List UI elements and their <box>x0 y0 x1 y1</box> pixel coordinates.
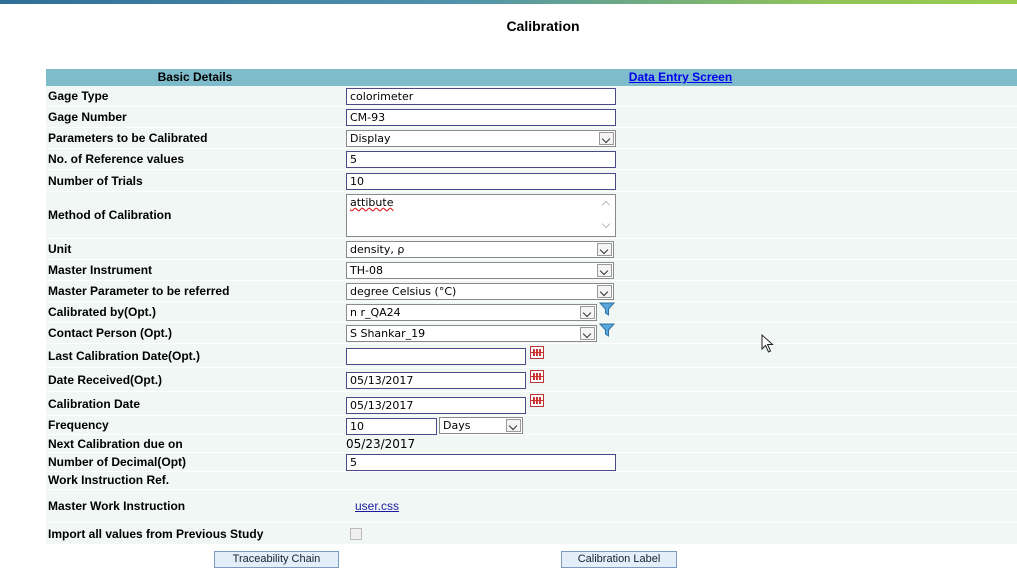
row-date-received: Date Received(Opt.) 05/13/2017 <box>46 368 1017 392</box>
contact-person-label: Contact Person (Opt.) <box>48 326 173 340</box>
calibrated-by-label: Calibrated by(Opt.) <box>48 305 157 319</box>
import-previous-label: Import all values from Previous Study <box>48 527 264 541</box>
chevron-down-icon[interactable] <box>599 132 614 145</box>
basic-details-form: Basic Details Data Entry Screen Gage Typ… <box>46 69 1017 545</box>
master-instrument-select[interactable]: TH-08 <box>346 262 614 279</box>
row-calibrated-by: Calibrated by(Opt.) n r_QA24 <box>46 302 1017 323</box>
scroll-down-icon[interactable] <box>601 219 611 229</box>
chevron-down-icon[interactable] <box>580 306 595 319</box>
gage-type-label: Gage Type <box>48 89 109 103</box>
unit-label: Unit <box>48 242 72 256</box>
calibration-date-label: Calibration Date <box>48 397 141 411</box>
import-previous-checkbox[interactable] <box>350 528 362 540</box>
row-reference-values: No. of Reference values 5 <box>46 149 1017 170</box>
row-work-instruction: Work Instruction Ref. <box>46 472 1017 490</box>
gage-number-input[interactable]: CM-93 <box>346 109 616 126</box>
section-header: Basic Details Data Entry Screen <box>46 69 1017 86</box>
row-parameters: Parameters to be Calibrated Display <box>46 128 1017 149</box>
next-due-label: Next Calibration due on <box>48 437 183 451</box>
chevron-down-icon[interactable] <box>597 285 612 298</box>
row-gage-type: Gage Type colorimeter <box>46 86 1017 107</box>
parameters-label: Parameters to be Calibrated <box>48 131 208 145</box>
master-instrument-value: TH-08 <box>350 264 383 277</box>
row-trials: Number of Trials 10 <box>46 170 1017 192</box>
row-master-instrument: Master Instrument TH-08 <box>46 260 1017 281</box>
work-instruction-label: Work Instruction Ref. <box>48 473 170 487</box>
page-title: Calibration <box>506 18 580 34</box>
traceability-chain-button[interactable]: Traceability Chain <box>214 551 339 568</box>
last-calibration-date-input[interactable] <box>346 348 526 365</box>
calendar-icon[interactable] <box>530 370 544 383</box>
parameters-select-value: Display <box>350 132 391 145</box>
master-parameter-select[interactable]: degree Celsius (°C) <box>346 283 614 300</box>
master-instrument-label: Master Instrument <box>48 263 153 277</box>
date-received-label: Date Received(Opt.) <box>48 373 163 387</box>
decimals-label: Number of Decimal(Opt) <box>48 455 187 469</box>
last-calibration-date-label: Last Calibration Date(Opt.) <box>48 349 201 363</box>
frequency-unit-value: Days <box>443 419 471 432</box>
frequency-unit-select[interactable]: Days <box>439 417 523 434</box>
row-contact-person: Contact Person (Opt.) S Shankar_19 <box>46 323 1017 344</box>
row-last-calibration-date: Last Calibration Date(Opt.) <box>46 344 1017 368</box>
chevron-down-icon[interactable] <box>597 264 612 277</box>
data-entry-screen-link[interactable]: Data Entry Screen <box>629 70 732 84</box>
row-method: Method of Calibration attibute <box>46 192 1017 239</box>
method-label: Method of Calibration <box>48 208 172 222</box>
mouse-cursor-icon <box>761 334 774 353</box>
unit-select[interactable]: density, ρ <box>346 241 614 258</box>
reference-values-label: No. of Reference values <box>48 152 185 166</box>
parameters-select[interactable]: Display <box>346 130 616 147</box>
master-parameter-value: degree Celsius (°C) <box>350 285 457 298</box>
calibrated-by-value: n r_QA24 <box>350 306 401 319</box>
calendar-icon[interactable] <box>530 394 544 407</box>
gage-number-label: Gage Number <box>48 110 127 124</box>
row-unit: Unit density, ρ <box>46 239 1017 260</box>
trials-input[interactable]: 10 <box>346 173 616 190</box>
row-import-previous: Import all values from Previous Study <box>46 523 1017 545</box>
row-frequency: Frequency 10 Days <box>46 416 1017 435</box>
reference-values-input[interactable]: 5 <box>346 151 616 168</box>
textarea-scrollbar[interactable] <box>599 196 614 235</box>
gage-type-input[interactable]: colorimeter <box>346 88 616 105</box>
calendar-icon[interactable] <box>530 346 544 359</box>
scroll-up-icon[interactable] <box>601 200 611 210</box>
section-title: Basic Details <box>157 70 233 84</box>
row-master-parameter: Master Parameter to be referred degree C… <box>46 281 1017 302</box>
date-received-input[interactable]: 05/13/2017 <box>346 372 526 389</box>
chevron-down-icon[interactable] <box>597 243 612 256</box>
decimals-input[interactable]: 5 <box>346 454 616 471</box>
contact-person-value: S Shankar_19 <box>350 327 426 340</box>
top-accent-bar <box>0 0 1017 4</box>
master-work-instruction-label: Master Work Instruction <box>48 499 186 513</box>
next-due-value: 05/23/2017 <box>346 437 416 451</box>
calibration-label-button[interactable]: Calibration Label <box>561 551 677 568</box>
row-calibration-date: Calibration Date 05/13/2017 <box>46 392 1017 416</box>
row-master-work-instruction: Master Work Instruction user.css <box>46 490 1017 523</box>
calibrated-by-select[interactable]: n r_QA24 <box>346 304 597 321</box>
row-decimals: Number of Decimal(Opt) 5 <box>46 453 1017 472</box>
frequency-label: Frequency <box>48 418 109 432</box>
trials-label: Number of Trials <box>48 174 143 188</box>
calibration-date-input[interactable]: 05/13/2017 <box>346 397 526 414</box>
unit-select-value: density, ρ <box>350 243 405 256</box>
method-textarea[interactable]: attibute <box>346 194 616 237</box>
filter-icon[interactable] <box>599 302 615 317</box>
row-gage-number: Gage Number CM-93 <box>46 107 1017 128</box>
frequency-input[interactable]: 10 <box>346 418 437 435</box>
filter-icon[interactable] <box>599 323 615 338</box>
user-css-link[interactable]: user.css <box>355 499 399 513</box>
method-text: attibute <box>350 196 394 209</box>
contact-person-select[interactable]: S Shankar_19 <box>346 325 597 342</box>
chevron-down-icon[interactable] <box>580 327 595 340</box>
master-parameter-label: Master Parameter to be referred <box>48 284 230 298</box>
chevron-down-icon[interactable] <box>506 419 521 432</box>
row-next-due: Next Calibration due on 05/23/2017 <box>46 435 1017 453</box>
